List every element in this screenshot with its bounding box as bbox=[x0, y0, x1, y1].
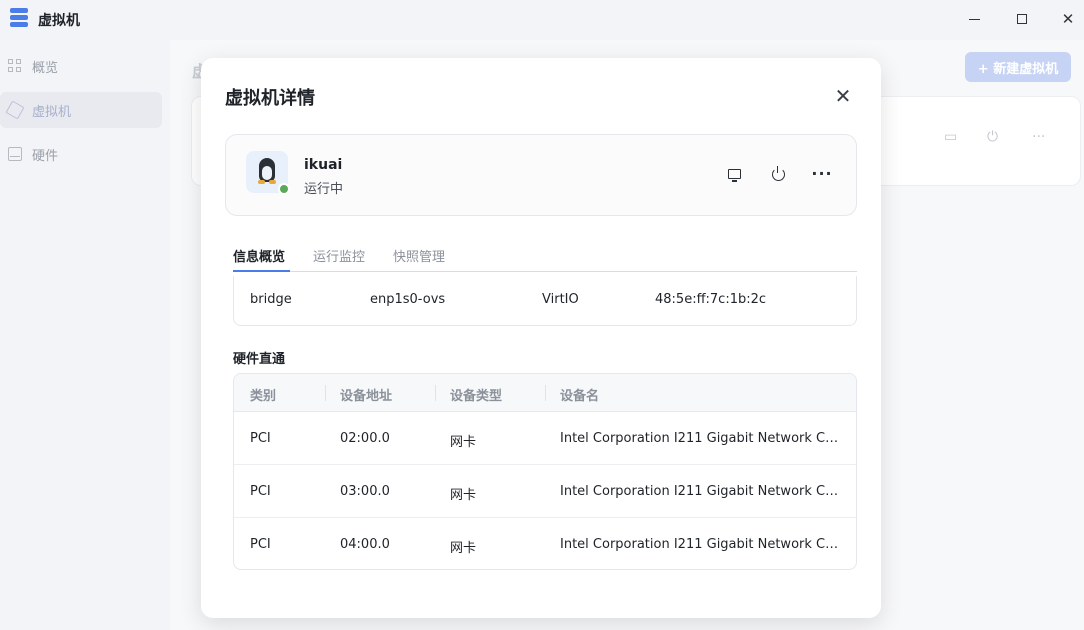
running-status-dot bbox=[278, 183, 290, 195]
cell-category: PCI bbox=[250, 431, 271, 446]
network-mac: 48:5e:ff:7c:1b:2c bbox=[655, 292, 767, 307]
title-bar: 虚拟机 ✕ bbox=[0, 0, 1084, 40]
console-button[interactable] bbox=[723, 163, 745, 185]
tab-overview[interactable]: 信息概览 bbox=[233, 246, 285, 265]
minimize-button[interactable] bbox=[960, 6, 988, 32]
app-title: 虚拟机 bbox=[38, 13, 80, 29]
cell-device-name: Intel Corporation I211 Gigabit Network C… bbox=[560, 431, 842, 446]
sidebar-item-vm[interactable]: 虚拟机 bbox=[0, 92, 162, 128]
passthrough-title: 硬件直通 bbox=[233, 352, 286, 367]
passthrough-table: 类别 设备地址 设备类型 设备名 PCI 02:00.0 网卡 Intel Co… bbox=[233, 373, 857, 570]
network-mode: bridge bbox=[250, 292, 292, 307]
grid-icon bbox=[8, 59, 22, 73]
vm-summary-card: ikuai 运行中 ··· bbox=[225, 134, 857, 216]
cell-type: 网卡 bbox=[450, 488, 477, 503]
column-header: 设备地址 bbox=[340, 389, 393, 404]
cell-type: 网卡 bbox=[450, 435, 477, 450]
power-icon[interactable]: ⏻ bbox=[987, 129, 998, 145]
vm-detail-modal: 虚拟机详情 ✕ ikuai 运行中 ··· 信息概览 运行监控 快照管理 bri… bbox=[201, 58, 881, 618]
close-icon: ✕ bbox=[834, 84, 852, 108]
more-button[interactable]: ··· bbox=[811, 163, 833, 185]
active-tab-indicator bbox=[233, 270, 290, 272]
cell-category: PCI bbox=[250, 484, 271, 499]
cell-device-name: Intel Corporation I211 Gigabit Network C… bbox=[560, 484, 842, 499]
detail-tabs: 信息概览 运行监控 快照管理 bbox=[233, 238, 857, 272]
cell-device-name: Intel Corporation I211 Gigabit Network C… bbox=[560, 537, 842, 552]
cell-address: 03:00.0 bbox=[340, 484, 390, 499]
sidebar-item-label: 虚拟机 bbox=[32, 104, 72, 120]
network-model: VirtIO bbox=[542, 292, 579, 307]
cell-address: 04:00.0 bbox=[340, 537, 390, 552]
server-stack-icon bbox=[10, 8, 28, 30]
vm-name: ikuai bbox=[304, 157, 343, 173]
network-interface: enp1s0-ovs bbox=[370, 292, 446, 307]
tab-monitor[interactable]: 运行监控 bbox=[313, 246, 365, 265]
cell-category: PCI bbox=[250, 537, 271, 552]
sidebar: 概览 虚拟机 硬件 bbox=[0, 40, 170, 630]
column-header: 类别 bbox=[250, 389, 277, 404]
network-row: bridge enp1s0-ovs VirtIO 48:5e:ff:7c:1b:… bbox=[233, 276, 857, 326]
modal-close-button[interactable]: ✕ bbox=[831, 84, 855, 108]
power-icon bbox=[771, 165, 785, 181]
close-icon: ✕ bbox=[1061, 10, 1075, 28]
table-row[interactable]: PCI 02:00.0 网卡 Intel Corporation I211 Gi… bbox=[234, 412, 856, 465]
more-icon[interactable]: ··· bbox=[1032, 129, 1045, 145]
vm-status: 运行中 bbox=[304, 182, 344, 197]
more-icon: ··· bbox=[811, 164, 833, 183]
monitor-icon[interactable]: ▭ bbox=[944, 129, 957, 145]
table-header: 类别 设备地址 设备类型 设备名 bbox=[234, 374, 856, 412]
maximize-icon bbox=[1017, 14, 1027, 24]
disk-icon bbox=[8, 147, 22, 161]
modal-title: 虚拟机详情 bbox=[225, 88, 315, 109]
linux-penguin-icon bbox=[258, 158, 276, 186]
table-row[interactable]: PCI 04:00.0 网卡 Intel Corporation I211 Gi… bbox=[234, 518, 856, 569]
monitor-icon bbox=[727, 169, 741, 182]
new-vm-button[interactable]: + 新建虚拟机 bbox=[965, 52, 1071, 82]
column-header: 设备名 bbox=[560, 389, 600, 404]
sidebar-item-overview[interactable]: 概览 bbox=[0, 48, 162, 84]
column-divider bbox=[545, 385, 546, 401]
table-row[interactable]: PCI 03:00.0 网卡 Intel Corporation I211 Gi… bbox=[234, 465, 856, 518]
close-window-button[interactable]: ✕ bbox=[1054, 6, 1082, 32]
power-button[interactable] bbox=[767, 163, 789, 185]
column-header: 设备类型 bbox=[450, 389, 503, 404]
sidebar-item-label: 硬件 bbox=[32, 148, 59, 164]
sidebar-item-label: 概览 bbox=[32, 60, 59, 76]
cube-icon bbox=[5, 100, 25, 120]
column-divider bbox=[325, 385, 326, 401]
cell-type: 网卡 bbox=[450, 541, 477, 556]
column-divider bbox=[435, 385, 436, 401]
tab-snapshots[interactable]: 快照管理 bbox=[393, 246, 445, 265]
cell-address: 02:00.0 bbox=[340, 431, 390, 446]
minimize-icon bbox=[968, 18, 980, 20]
sidebar-item-hardware[interactable]: 硬件 bbox=[0, 136, 162, 172]
maximize-button[interactable] bbox=[1008, 6, 1036, 32]
